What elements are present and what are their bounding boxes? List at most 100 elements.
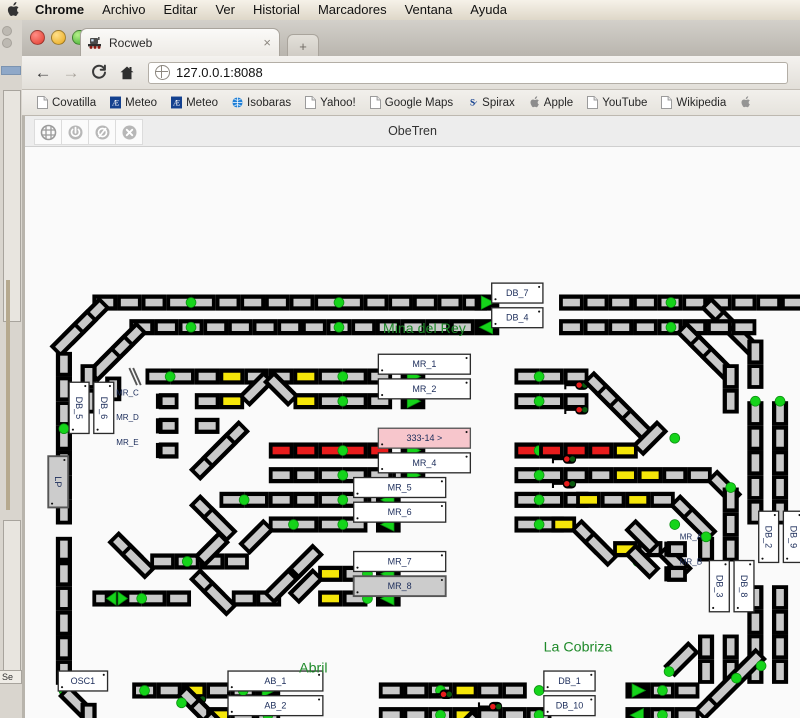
track-straight[interactable] — [363, 294, 389, 311]
track-straight[interactable] — [576, 491, 601, 508]
close-icon[interactable]: × — [261, 35, 273, 50]
block-mr_6[interactable]: MR_6 — [353, 501, 447, 523]
track-straight[interactable] — [154, 319, 179, 336]
occupancy-sensor-dot[interactable] — [164, 371, 176, 382]
occupancy-sensor-dot[interactable] — [337, 519, 349, 530]
track-straight[interactable] — [215, 294, 241, 311]
track-straight[interactable] — [756, 294, 781, 311]
occupancy-sensor-dot[interactable] — [533, 395, 545, 407]
close-window-button[interactable] — [30, 30, 45, 45]
track-straight[interactable] — [502, 707, 527, 718]
occupancy-sensor-dot[interactable] — [533, 469, 545, 481]
block-mr_2[interactable]: MR_2 — [377, 378, 472, 400]
track-straight[interactable] — [403, 707, 429, 718]
address-bar[interactable]: 127.0.0.1:8088 — [148, 61, 788, 84]
track-straight[interactable] — [194, 393, 220, 410]
track-straight[interactable] — [608, 319, 634, 336]
track-straight[interactable] — [747, 450, 764, 476]
occupancy-sensor-dot[interactable] — [337, 494, 349, 506]
bookmark-youtube[interactable]: YouTube — [580, 96, 654, 109]
track-straight[interactable] — [55, 610, 72, 636]
occupancy-sensor-dot[interactable] — [533, 371, 545, 382]
block-ab_2[interactable]: AB_2 — [227, 695, 324, 717]
track-straight[interactable] — [722, 364, 739, 389]
occupancy-sensor-dot[interactable] — [657, 685, 668, 696]
block-db_5[interactable]: DB_5 — [68, 381, 90, 435]
track-straight[interactable] — [141, 294, 167, 311]
track-straight[interactable] — [293, 467, 319, 484]
occupancy-sensor-dot[interactable] — [333, 297, 345, 308]
buffer-stop[interactable] — [664, 565, 687, 582]
occupancy-sensor-dot[interactable] — [333, 321, 345, 333]
track-straight[interactable] — [747, 609, 764, 635]
track-straight[interactable] — [55, 635, 72, 661]
track-straight[interactable] — [608, 294, 634, 311]
track-straight[interactable] — [437, 294, 463, 311]
track-straight[interactable] — [80, 702, 97, 718]
track-straight[interactable] — [559, 319, 584, 336]
occupancy-sensor-dot[interactable] — [533, 709, 545, 718]
block-db_3[interactable]: DB_3 — [708, 559, 730, 613]
occupancy-sensor-dot[interactable] — [750, 395, 761, 407]
track-plan-svg[interactable]: DB_7 DB_4 MR_1 MR_2 333-14 > MR_4 MR_5 MR_6 MR_7… — [25, 147, 800, 718]
occupancy-sensor-dot[interactable] — [669, 432, 681, 444]
bookmark-google-maps[interactable]: Google Maps — [363, 96, 460, 109]
track-straight[interactable] — [206, 682, 231, 699]
buffer-stop[interactable] — [155, 442, 179, 459]
power-button[interactable] — [61, 119, 89, 145]
grid-button[interactable] — [34, 119, 62, 145]
track-straight[interactable] — [150, 553, 175, 570]
menu-item-editar[interactable]: Editar — [154, 0, 206, 20]
track-straight[interactable] — [55, 536, 72, 562]
occupancy-sensor-dot[interactable] — [435, 709, 446, 718]
block-db_7[interactable]: DB_7 — [491, 282, 544, 304]
track-straight[interactable] — [771, 634, 789, 660]
track-straight[interactable] — [268, 491, 294, 508]
track-straight[interactable] — [293, 368, 319, 385]
occupancy-sensor-dot[interactable] — [181, 556, 193, 567]
occupancy-sensor-dot[interactable] — [533, 494, 545, 506]
block-mr_7[interactable]: MR_7 — [353, 550, 447, 573]
block-db_4[interactable]: DB_4 — [491, 307, 544, 329]
track-straight[interactable] — [731, 294, 757, 311]
occupancy-sensor-dot[interactable] — [665, 321, 677, 333]
occupancy-sensor-dot[interactable] — [533, 685, 545, 696]
occupancy-sensor-dot[interactable] — [139, 685, 150, 696]
track-straight[interactable] — [771, 450, 789, 476]
track-straight[interactable] — [613, 467, 638, 484]
track-straight[interactable] — [722, 536, 739, 562]
track-straight[interactable] — [588, 442, 614, 459]
track-straight[interactable] — [55, 586, 72, 611]
occupancy-sensor-dot[interactable] — [176, 697, 187, 709]
occupancy-sensor-dot[interactable] — [337, 371, 349, 382]
track-straight[interactable] — [747, 475, 764, 500]
track-straight[interactable] — [388, 294, 413, 311]
buffer-stop[interactable] — [155, 417, 179, 434]
menu-item-historial[interactable]: Historial — [244, 0, 309, 20]
menu-item-ventana[interactable]: Ventana — [396, 0, 462, 20]
occupancy-sensor-dot[interactable] — [663, 666, 675, 677]
home-icon[interactable] — [114, 60, 140, 86]
occupancy-sensor-dot[interactable] — [337, 469, 349, 481]
track-straight[interactable] — [277, 319, 302, 336]
occupancy-sensor-dot[interactable] — [700, 531, 712, 543]
apple-logo-icon[interactable] — [0, 2, 26, 18]
track-straight[interactable] — [351, 319, 376, 336]
block-db_6[interactable]: DB_6 — [93, 381, 115, 435]
track-straight[interactable] — [219, 368, 245, 385]
bookmark-meteo[interactable]: Æ Meteo — [164, 96, 225, 109]
occupancy-sensor-dot[interactable] — [136, 593, 148, 604]
track-straight[interactable] — [318, 590, 343, 607]
block-db_1[interactable]: DB_1 — [543, 670, 596, 692]
track-straight[interactable] — [625, 491, 651, 508]
menu-item-chrome[interactable]: Chrome — [26, 0, 93, 20]
occupancy-sensor-dot[interactable] — [665, 297, 677, 308]
track-straight[interactable] — [731, 319, 757, 336]
bookmark-isobaras[interactable]: Isobaras — [225, 96, 298, 109]
track-straight[interactable] — [722, 512, 739, 537]
track-straight[interactable] — [559, 294, 584, 311]
bookmark-yahoo-[interactable]: Yahoo! — [298, 96, 363, 109]
track-straight[interactable] — [747, 364, 764, 389]
track-straight[interactable] — [265, 294, 290, 311]
bookmark-wikipedia[interactable]: Wikipedia — [654, 96, 733, 109]
